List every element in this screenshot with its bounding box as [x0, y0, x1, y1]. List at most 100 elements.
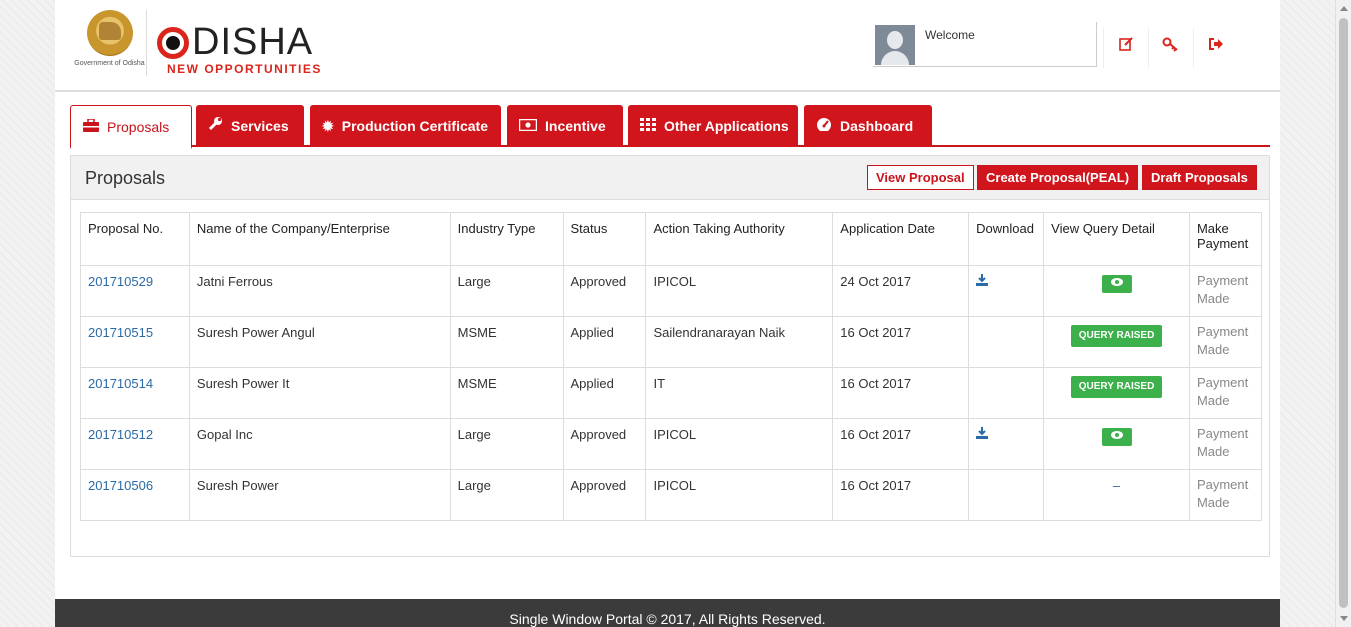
welcome-text: Welcome [925, 28, 975, 42]
logout-icon[interactable] [1193, 28, 1238, 68]
proposal-no-link[interactable]: 201710515 [80, 316, 190, 368]
status-text: Approved [562, 265, 647, 317]
application-date: 16 Oct 2017 [832, 316, 970, 368]
panel-title: Proposals [85, 168, 166, 188]
proposal-no-link[interactable]: 201710514 [80, 367, 190, 419]
main-tabs: Proposals Services ✹ Production Certifica… [70, 105, 1270, 149]
query-cell: QUERY RAISED [1043, 316, 1190, 368]
download-icon[interactable] [976, 274, 989, 289]
proposals-table: Proposal No. Name of the Company/Enterpr… [80, 212, 1263, 521]
tab-label: Incentive [545, 118, 606, 134]
company-name: Suresh Power It [188, 367, 451, 419]
status-text: Applied [562, 316, 647, 368]
industry-type: MSME [449, 367, 564, 419]
table-row: 201710529 Jatni Ferrous Large Approved I… [80, 265, 1263, 317]
tab-services[interactable]: Services [196, 105, 304, 147]
query-raised-button[interactable]: QUERY RAISED [1070, 376, 1163, 398]
proposal-no-link[interactable]: 201710529 [80, 265, 190, 317]
status-text: Approved [562, 469, 647, 521]
table-header-row: Proposal No. Name of the Company/Enterpr… [80, 212, 1263, 266]
download-cell [968, 469, 1045, 521]
logo-word: DISHA [192, 21, 314, 63]
draft-proposals-button[interactable]: Draft Proposals [1142, 165, 1257, 190]
edit-icon[interactable] [1103, 28, 1148, 68]
badge-icon: ✹ [322, 118, 334, 134]
payment-status: Payment Made [1188, 265, 1263, 317]
odisha-emblem: Government of Odisha [73, 10, 147, 76]
payment-status: Payment Made [1188, 469, 1263, 521]
grid-icon [640, 105, 656, 147]
download-cell [968, 418, 1045, 470]
company-name: Suresh Power [188, 469, 451, 521]
key-icon[interactable] [1148, 28, 1193, 68]
state-seal-icon [86, 10, 133, 56]
panel-header: Proposals View Proposal Create Proposal(… [71, 156, 1269, 200]
avatar[interactable] [875, 25, 915, 65]
view-query-eye-button[interactable] [1101, 428, 1132, 446]
view-query-eye-button[interactable] [1101, 275, 1132, 293]
application-date: 24 Oct 2017 [832, 265, 970, 317]
no-query-dash: – [1112, 478, 1121, 493]
col-header-industry-type: Industry Type [449, 212, 564, 266]
tab-label: Dashboard [840, 118, 914, 134]
table-row: 201710506 Suresh Power Large Approved IP… [80, 469, 1263, 521]
query-cell [1043, 265, 1190, 317]
payment-status: Payment Made [1188, 418, 1263, 470]
authority-text: Sailendranarayan Naik [645, 316, 834, 368]
table-row: 201710514 Suresh Power It MSME Applied I… [80, 367, 1263, 419]
gov-text: Government of Odisha [74, 60, 145, 67]
logo-o-icon [157, 27, 189, 59]
download-cell [968, 367, 1045, 419]
tab-label: Proposals [107, 119, 170, 135]
col-header-proposal-no: Proposal No. [80, 212, 190, 266]
col-header-authority: Action Taking Authority [645, 212, 834, 266]
proposals-panel: Proposals View Proposal Create Proposal(… [70, 155, 1270, 557]
scroll-up-icon[interactable] [1340, 6, 1348, 11]
scroll-down-icon[interactable] [1340, 616, 1348, 621]
tab-production-certificate[interactable]: ✹ Production Certificate [310, 105, 501, 147]
tab-label: Other Applications [664, 118, 789, 134]
company-name: Jatni Ferrous [188, 265, 451, 317]
query-raised-button[interactable]: QUERY RAISED [1070, 325, 1163, 347]
application-date: 16 Oct 2017 [832, 469, 970, 521]
query-cell: QUERY RAISED [1043, 367, 1190, 419]
col-header-application-date: Application Date [832, 212, 970, 266]
user-box: Welcome [873, 22, 1097, 67]
col-header-status: Status [562, 212, 647, 266]
query-cell [1043, 418, 1190, 470]
query-cell: – [1043, 469, 1190, 521]
site-header: Government of Odisha DISHA NEW OPPORTUNI… [55, 0, 1280, 92]
create-proposal-button[interactable]: Create Proposal(PEAL) [977, 165, 1139, 190]
tab-label: Services [231, 118, 289, 134]
table-row: 201710515 Suresh Power Angul MSME Applie… [80, 316, 1263, 368]
view-proposal-button[interactable]: View Proposal [867, 165, 974, 190]
col-header-view-query: View Query Detail [1043, 212, 1190, 266]
industry-type: Large [449, 469, 564, 521]
application-date: 16 Oct 2017 [832, 367, 970, 419]
status-text: Approved [562, 418, 647, 470]
tab-label: Production Certificate [341, 118, 488, 134]
proposal-no-link[interactable]: 201710506 [80, 469, 190, 521]
company-name: Suresh Power Angul [188, 316, 451, 368]
tab-proposals[interactable]: Proposals [70, 105, 192, 149]
tab-incentive[interactable]: Incentive [507, 105, 623, 147]
download-cell [968, 265, 1045, 317]
proposal-no-link[interactable]: 201710512 [80, 418, 190, 470]
industry-type: Large [449, 418, 564, 470]
authority-text: IT [645, 367, 834, 419]
authority-text: IPICOL [645, 469, 834, 521]
tachometer-icon [816, 105, 832, 147]
page-container: Government of Odisha DISHA NEW OPPORTUNI… [55, 0, 1280, 627]
tab-dashboard[interactable]: Dashboard [804, 105, 932, 147]
download-icon[interactable] [976, 427, 989, 442]
payment-status: Payment Made [1188, 316, 1263, 368]
page-scrollbar[interactable] [1335, 0, 1351, 627]
authority-text: IPICOL [645, 265, 834, 317]
footer-text: Single Window Portal © 2017, All Rights … [509, 611, 826, 627]
authority-text: IPICOL [645, 418, 834, 470]
money-icon [518, 105, 538, 147]
scroll-thumb[interactable] [1339, 18, 1348, 608]
col-header-make-payment: Make Payment [1188, 212, 1263, 266]
tab-other-applications[interactable]: Other Applications [628, 105, 798, 147]
download-cell [968, 316, 1045, 368]
